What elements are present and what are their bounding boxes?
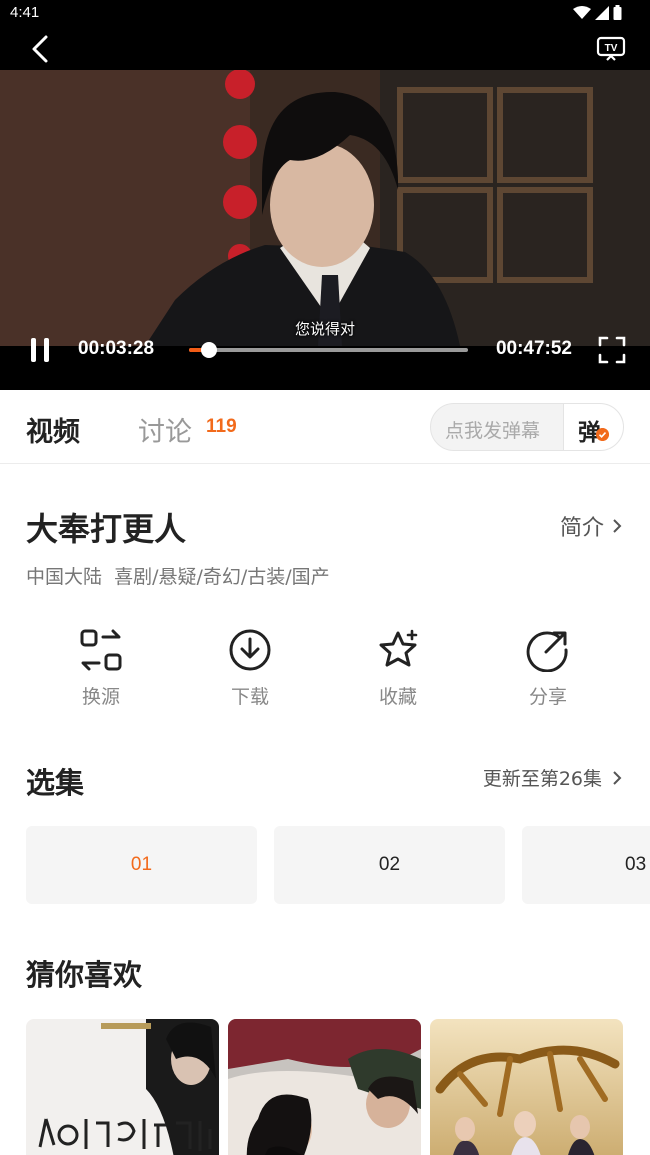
chevron-right-icon — [613, 519, 622, 533]
show-meta: 中国大陆 喜剧/悬疑/奇幻/古装/国产 — [26, 566, 330, 588]
danmu-input[interactable]: 点我发弹幕 弹 — [430, 403, 624, 451]
back-icon[interactable] — [26, 34, 56, 64]
signal-icon — [595, 5, 609, 20]
recommend-poster[interactable] — [26, 1019, 219, 1155]
download-icon — [229, 629, 271, 671]
chevron-right-icon — [613, 770, 622, 785]
player-controls: 00:03:28 00:47:52 — [0, 330, 650, 370]
episode-item[interactable]: 01 — [26, 826, 257, 904]
recommend-poster[interactable] — [228, 1019, 421, 1155]
svg-text:TV: TV — [605, 43, 618, 54]
progress-knob[interactable] — [201, 342, 218, 358]
current-time: 00:03:28 — [78, 338, 155, 359]
progress-bar[interactable] — [189, 342, 468, 358]
episodes-update-link[interactable]: 更新至第26集 — [483, 764, 622, 791]
wifi-icon — [573, 5, 591, 19]
tv-cast-icon[interactable]: TV — [596, 36, 626, 62]
episode-item[interactable]: 02 — [274, 826, 505, 904]
check-icon — [596, 428, 609, 441]
status-icons — [573, 5, 622, 20]
danmu-placeholder: 点我发弹幕 — [445, 420, 541, 442]
intro-link-label: 简介 — [559, 516, 604, 541]
video-player[interactable]: 您说得对 00:03:28 00:47:52 — [0, 70, 650, 390]
episodes-title: 选集 — [26, 766, 85, 800]
show-title: 大奉打更人 — [26, 510, 187, 548]
action-label: 分享 — [528, 686, 567, 708]
pause-icon[interactable] — [28, 338, 52, 362]
episodes-update-label: 更新至第26集 — [482, 768, 602, 790]
status-time: 4:41 — [10, 4, 40, 21]
episode-item[interactable]: 03 — [522, 826, 650, 904]
danmu-toggle-button[interactable]: 弹 — [563, 404, 623, 450]
share-icon — [526, 631, 568, 672]
tabs-row: 视频 讨论 119 点我发弹幕 弹 — [0, 390, 650, 464]
share-button[interactable]: 分享 — [498, 628, 598, 709]
player-top-bar: TV — [0, 26, 650, 70]
recommend-poster[interactable] — [430, 1019, 623, 1155]
poster-image — [430, 1019, 623, 1155]
tab-discuss[interactable]: 讨论 — [138, 410, 192, 449]
star-icon — [379, 629, 418, 667]
discuss-count: 119 — [206, 416, 237, 437]
fullscreen-icon[interactable] — [598, 336, 626, 364]
poster-image — [26, 1019, 219, 1155]
action-label: 换源 — [81, 686, 120, 708]
switch-source-button[interactable]: 换源 — [51, 628, 151, 709]
intro-link[interactable]: 简介 — [560, 510, 622, 542]
total-time: 00:47:52 — [495, 338, 572, 359]
recommend-title: 猜你喜欢 — [26, 958, 143, 992]
action-label: 下载 — [230, 686, 269, 708]
poster-image — [228, 1019, 421, 1155]
switch-source-icon — [80, 629, 122, 671]
action-label: 收藏 — [378, 686, 417, 708]
favorite-button[interactable]: 收藏 — [348, 628, 448, 709]
battery-icon — [613, 5, 622, 20]
status-bar: 4:41 — [0, 0, 650, 26]
tab-video[interactable]: 视频 — [26, 410, 80, 449]
video-frame — [0, 70, 650, 346]
download-button[interactable]: 下载 — [200, 628, 300, 709]
